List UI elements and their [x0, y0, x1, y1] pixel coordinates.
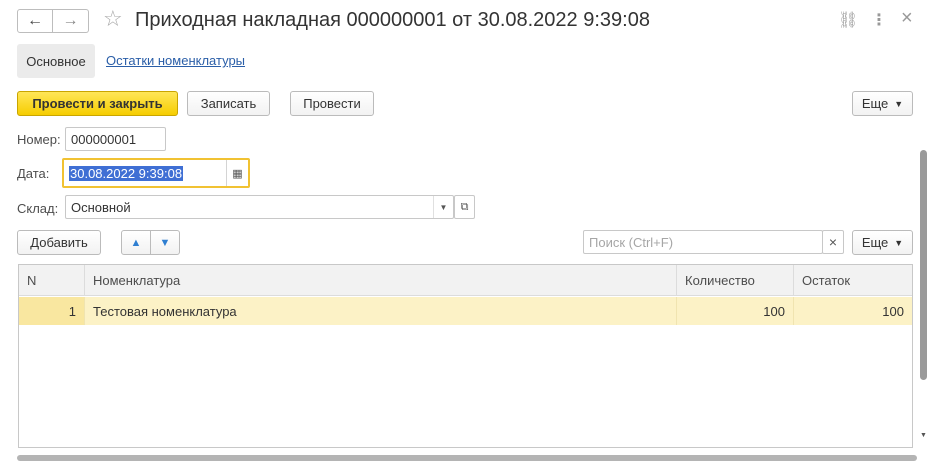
scrollbar-thumb[interactable]: [920, 150, 927, 380]
open-icon[interactable]: ⧉: [454, 195, 475, 219]
caret-down-icon: ▼: [894, 98, 904, 109]
link-icon[interactable]: ⛓: [838, 10, 858, 30]
cell-balance: 100: [882, 303, 904, 319]
more-button[interactable]: Еще ▼: [852, 91, 913, 116]
search-input[interactable]: Поиск (Ctrl+F): [583, 230, 823, 254]
date-field[interactable]: 30.08.2022 9:39:08 ▦: [62, 158, 250, 188]
column-header-balance[interactable]: Остаток: [794, 265, 912, 296]
cell-n: 1: [19, 297, 85, 325]
table-more-button[interactable]: Еще ▼: [852, 230, 913, 255]
star-icon[interactable]: ☆: [103, 6, 123, 32]
move-down-icon[interactable]: ▼: [150, 230, 180, 255]
warehouse-field[interactable]: Основной ▼: [65, 195, 454, 219]
save-button[interactable]: Записать: [187, 91, 270, 116]
move-up-icon[interactable]: ▲: [121, 230, 151, 255]
scroll-down-icon[interactable]: ▼: [920, 432, 927, 439]
forward-button[interactable]: →: [53, 9, 89, 33]
cell-item: Тестовая номенклатура: [85, 297, 677, 325]
horizontal-scrollbar[interactable]: [17, 455, 917, 461]
table-header: N Номенклатура Количество Остаток: [19, 265, 912, 296]
close-icon[interactable]: ×: [901, 7, 913, 30]
arrow-right-icon: →: [62, 12, 79, 29]
back-button[interactable]: ←: [17, 9, 53, 33]
number-field[interactable]: 000000001: [65, 127, 166, 151]
more-label: Еще: [861, 96, 889, 111]
arrow-left-icon: ←: [27, 12, 43, 29]
goods-table[interactable]: N Номенклатура Количество Остаток 1 Тест…: [18, 264, 913, 448]
post-and-close-button[interactable]: Провести и закрыть: [17, 91, 178, 116]
column-header-item[interactable]: Номенклатура: [85, 265, 677, 296]
caret-down-icon: ▼: [894, 237, 904, 248]
tab-main[interactable]: Основное: [17, 44, 95, 78]
page-title: Приходная накладная 000000001 от 30.08.2…: [135, 9, 650, 31]
vertical-scrollbar[interactable]: ▼: [919, 150, 928, 446]
date-label: Дата:: [17, 166, 50, 181]
table-more-label: Еще: [861, 235, 889, 250]
more-vertical-icon[interactable]: ⋮: [871, 10, 887, 30]
clear-search-icon[interactable]: ×: [822, 230, 844, 254]
table-row[interactable]: 1 Тестовая номенклатура 100 100: [19, 297, 912, 325]
warehouse-label: Склад:: [17, 201, 59, 216]
column-header-quantity[interactable]: Количество: [677, 265, 794, 296]
post-button[interactable]: Провести: [290, 91, 374, 116]
dropdown-icon[interactable]: ▼: [433, 196, 453, 218]
calendar-icon[interactable]: ▦: [226, 160, 248, 186]
date-value: 30.08.2022 9:39:08: [69, 166, 184, 181]
column-header-n[interactable]: N: [19, 265, 85, 296]
cell-quantity: 100: [677, 297, 794, 325]
number-label: Номер:: [17, 132, 61, 147]
warehouse-value: Основной: [71, 199, 131, 215]
tab-stock-balance-link[interactable]: Остатки номенклатуры: [106, 53, 245, 68]
add-button[interactable]: Добавить: [17, 230, 101, 255]
